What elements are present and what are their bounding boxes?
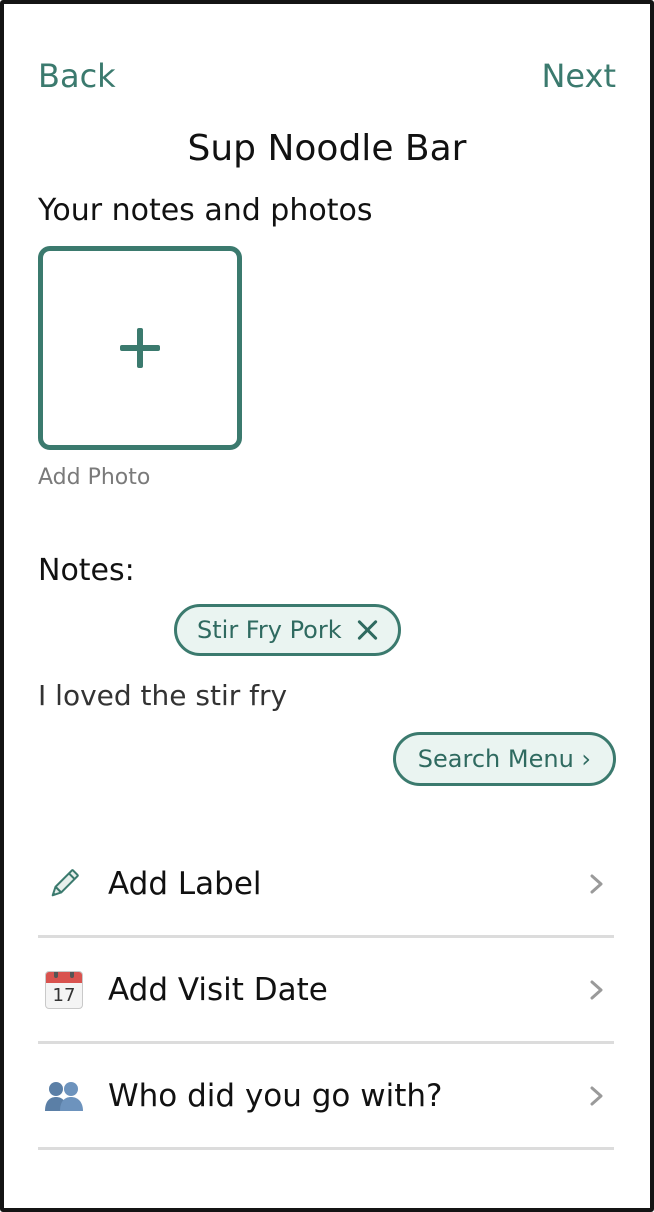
menu-item-tag-label: Stir Fry Pork bbox=[197, 616, 342, 644]
companions-row[interactable]: Who did you go with? bbox=[38, 1044, 614, 1150]
next-button[interactable]: Next bbox=[541, 54, 616, 98]
chevron-right-icon bbox=[590, 1086, 603, 1105]
add-visit-date-row[interactable]: 17 Add Visit Date bbox=[38, 938, 614, 1044]
notes-text-field[interactable]: I loved the stir fry bbox=[38, 676, 618, 716]
add-label-text: Add Label bbox=[108, 865, 262, 902]
app-screen: Back Next Sup Noodle Bar Your notes and … bbox=[0, 0, 654, 1212]
menu-item-tag[interactable]: Stir Fry Pork bbox=[174, 604, 401, 656]
chevron-right-icon bbox=[590, 874, 603, 893]
add-visit-date-text: Add Visit Date bbox=[108, 971, 328, 1008]
chevron-right-icon bbox=[590, 980, 603, 999]
calendar-icon: 17 bbox=[40, 968, 88, 1012]
companions-text: Who did you go with? bbox=[108, 1077, 443, 1114]
search-menu-label: Search Menu › bbox=[417, 745, 591, 773]
people-icon bbox=[40, 1074, 88, 1118]
notes-label: Notes: bbox=[38, 553, 135, 588]
add-label-row[interactable]: Add Label bbox=[38, 832, 614, 938]
notes-photos-heading: Your notes and photos bbox=[38, 193, 373, 228]
page-title: Sup Noodle Bar bbox=[187, 128, 467, 169]
back-button[interactable]: Back bbox=[38, 54, 116, 98]
add-photo-label: Add Photo bbox=[38, 465, 151, 490]
add-photo-button[interactable] bbox=[38, 246, 242, 450]
close-icon[interactable] bbox=[356, 619, 378, 641]
calendar-day-number: 17 bbox=[52, 984, 76, 1006]
search-menu-button[interactable]: Search Menu › bbox=[392, 732, 616, 786]
pencil-icon bbox=[40, 862, 88, 906]
plus-icon bbox=[120, 328, 160, 368]
